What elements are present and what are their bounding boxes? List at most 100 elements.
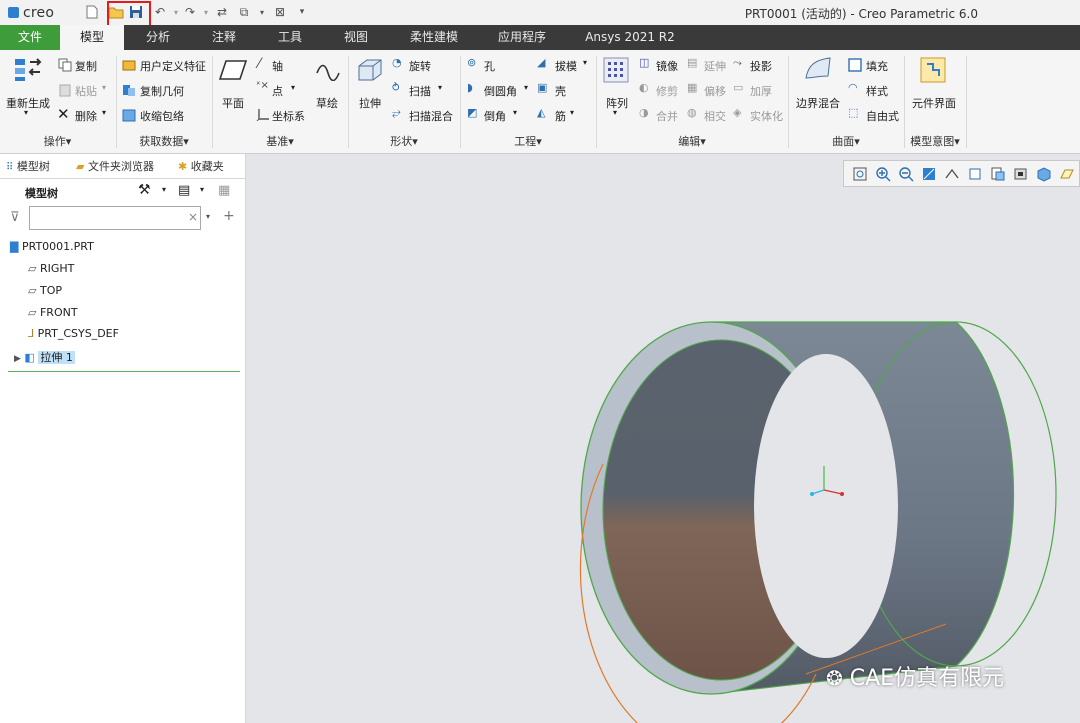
component-interface-button[interactable]: 元件界面 — [912, 95, 956, 111]
user-defined-feature-button[interactable]: 用户定义特征 — [140, 58, 206, 74]
clear-search-icon[interactable]: × — [188, 210, 198, 224]
datum-point-button[interactable]: 点 — [272, 83, 283, 99]
tree-item-part[interactable]: ▇ PRT0001.PRT — [10, 240, 94, 253]
round-button[interactable]: 倒圆角 — [484, 83, 517, 99]
add-filter-icon[interactable]: + — [223, 208, 235, 224]
rib-icon: ◭ — [537, 106, 546, 119]
revolve-button[interactable]: 旋转 — [409, 58, 431, 74]
tree-filter-options-icon[interactable]: ▦ — [218, 183, 230, 198]
datum-point-dropdown-icon[interactable]: ▾ — [291, 83, 295, 92]
coordinate-system-button[interactable]: 坐标系 — [272, 108, 305, 124]
tree-item-right[interactable]: ▱ RIGHT — [28, 262, 74, 275]
sketch-button[interactable]: 草绘 — [316, 95, 338, 111]
hole-button[interactable]: 孔 — [484, 58, 495, 74]
paste-dropdown-icon[interactable]: ▾ — [102, 83, 106, 92]
tree-item-extrude[interactable]: ▶ ◧ 拉伸 1 — [14, 349, 75, 365]
datum-plane-button[interactable]: 平面 — [222, 95, 244, 111]
tab-file[interactable]: 文件 — [0, 25, 60, 50]
rib-button[interactable]: 筋 — [555, 108, 566, 124]
search-dropdown-icon[interactable]: ▾ — [206, 212, 210, 221]
zoom-in-icon[interactable] — [875, 166, 891, 182]
tree-settings-dropdown-icon[interactable]: ▾ — [162, 185, 166, 194]
group-label-editing[interactable]: 编辑▾ — [596, 133, 788, 149]
shrinkwrap-button[interactable]: 收缩包络 — [140, 108, 184, 124]
sweep-dropdown-icon[interactable]: ▾ — [438, 83, 442, 92]
tab-model-tree[interactable]: ⠿ 模型树 — [6, 156, 50, 178]
mirror-icon: ◫ — [639, 56, 650, 69]
graphics-window[interactable] — [246, 154, 1080, 723]
tab-applications[interactable]: 应用程序 — [484, 25, 560, 50]
datum-plane-icon — [219, 60, 247, 80]
datum-axis-button[interactable]: 轴 — [272, 58, 283, 74]
cylinder-model[interactable] — [246, 154, 1080, 723]
extend-button[interactable]: 延伸 — [704, 58, 726, 74]
saved-views-icon[interactable] — [967, 166, 983, 182]
mirror-button[interactable]: 镜像 — [656, 58, 678, 74]
group-label-model-intent[interactable]: 模型意图▾ — [904, 133, 966, 149]
tree-search-input[interactable] — [29, 206, 201, 230]
tab-analysis[interactable]: 分析 — [130, 25, 186, 50]
display-style-icon[interactable] — [1036, 166, 1052, 182]
copy-button[interactable]: 复制 — [75, 58, 97, 74]
chamfer-button[interactable]: 倒角 — [484, 108, 506, 124]
sweep-icon: ⥁ — [392, 81, 400, 94]
draft-button[interactable]: 拔模 — [555, 58, 577, 74]
tree-display-icon[interactable]: ▤ — [178, 183, 190, 198]
tab-flexible-modeling[interactable]: 柔性建模 — [396, 25, 472, 50]
boundary-blend-button[interactable]: 边界混合 — [796, 95, 840, 111]
thicken-button[interactable]: 加厚 — [750, 83, 772, 99]
zoom-out-icon[interactable] — [898, 166, 914, 182]
tree-settings-icon[interactable]: ⚒ — [138, 182, 151, 198]
paste-button[interactable]: 粘贴 — [75, 83, 97, 99]
group-label-shapes[interactable]: 形状▾ — [348, 133, 460, 149]
trim-button[interactable]: 修剪 — [656, 83, 678, 99]
tab-tools[interactable]: 工具 — [262, 25, 318, 50]
tree-item-csys[interactable]: ⅃ PRT_CSYS_DEF — [28, 327, 119, 340]
intersect-button[interactable]: 相交 — [704, 108, 726, 124]
tab-favorites[interactable]: ✱ 收藏夹 — [178, 156, 224, 178]
regenerate-dropdown-icon[interactable]: ▾ — [24, 108, 28, 117]
round-dropdown-icon[interactable]: ▾ — [524, 83, 528, 92]
hole-icon: ⊚ — [467, 56, 477, 69]
shell-button[interactable]: 壳 — [555, 83, 566, 99]
solidify-button[interactable]: 实体化 — [750, 108, 783, 124]
group-label-datum[interactable]: 基准▾ — [212, 133, 348, 149]
fill-button[interactable]: 填充 — [866, 58, 888, 74]
tree-item-right-label: RIGHT — [39, 262, 75, 275]
regenerate-icon[interactable] — [13, 56, 43, 84]
repaint-icon[interactable] — [921, 166, 937, 182]
style-button[interactable]: 样式 — [866, 83, 888, 99]
tab-folder-browser[interactable]: ▰ 文件夹浏览器 — [76, 156, 154, 178]
tree-item-top[interactable]: ▱ TOP — [28, 284, 62, 297]
orient-icon[interactable] — [944, 166, 960, 182]
offset-button[interactable]: 偏移 — [704, 83, 726, 99]
extrude-button[interactable]: 拉伸 — [359, 95, 381, 111]
tree-display-dropdown-icon[interactable]: ▾ — [200, 185, 204, 194]
rib-dropdown-icon[interactable]: ▾ — [570, 108, 574, 117]
perspective-icon[interactable] — [1013, 166, 1029, 182]
group-label-operations[interactable]: 操作▾ — [0, 133, 115, 149]
merge-button[interactable]: 合并 — [656, 108, 678, 124]
tree-item-front[interactable]: ▱ FRONT — [28, 306, 78, 319]
expand-arrow-icon[interactable]: ▶ — [14, 354, 21, 364]
group-label-surfaces[interactable]: 曲面▾ — [788, 133, 904, 149]
view-manager-icon[interactable] — [990, 166, 1006, 182]
freestyle-button[interactable]: 自由式 — [866, 108, 899, 124]
refit-icon[interactable] — [852, 166, 868, 182]
copy-geometry-button[interactable]: 复制几何 — [140, 83, 184, 99]
swept-blend-button[interactable]: 扫描混合 — [409, 108, 453, 124]
tab-view[interactable]: 视图 — [328, 25, 384, 50]
sweep-button[interactable]: 扫描 — [409, 83, 431, 99]
group-label-get-data[interactable]: 获取数据▾ — [116, 133, 212, 149]
group-label-engineering[interactable]: 工程▾ — [460, 133, 596, 149]
tab-model[interactable]: 模型 — [60, 25, 124, 50]
tab-ansys[interactable]: Ansys 2021 R2 — [578, 25, 682, 50]
delete-dropdown-icon[interactable]: ▾ — [102, 108, 106, 117]
chamfer-dropdown-icon[interactable]: ▾ — [513, 108, 517, 117]
datum-display-icon[interactable] — [1059, 166, 1075, 182]
tab-annotate[interactable]: 注释 — [196, 25, 252, 50]
delete-button[interactable]: 删除 — [75, 108, 97, 124]
draft-dropdown-icon[interactable]: ▾ — [583, 58, 587, 67]
project-button[interactable]: 投影 — [750, 58, 772, 74]
pattern-dropdown-icon[interactable]: ▾ — [613, 108, 617, 117]
